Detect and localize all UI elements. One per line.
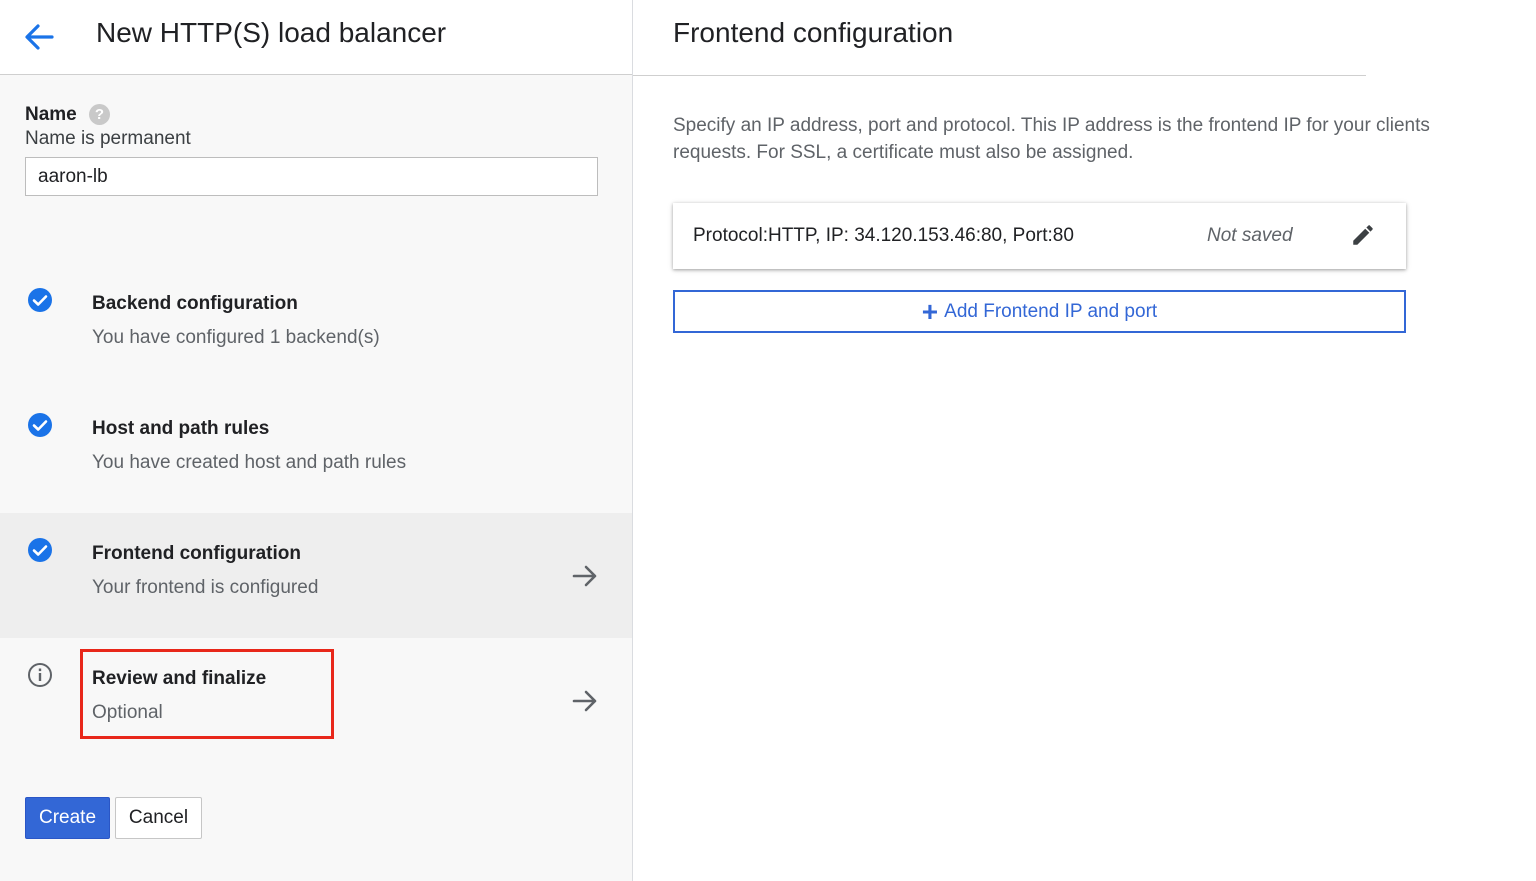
section-title: Frontend configuration: [673, 17, 954, 48]
step-backend-configuration[interactable]: Backend configuration You have configure…: [0, 263, 632, 388]
back-arrow-icon[interactable]: [20, 20, 58, 54]
help-icon[interactable]: ?: [89, 104, 110, 125]
step-subtitle: Optional: [92, 702, 163, 723]
frontend-entry-card[interactable]: Protocol:HTTP, IP: 34.120.153.46:80, Por…: [673, 203, 1406, 269]
check-circle-icon: [28, 413, 52, 437]
check-circle-icon: [28, 288, 52, 312]
page-title: New HTTP(S) load balancer: [96, 17, 447, 48]
status-badge: Not saved: [1207, 225, 1293, 246]
name-input[interactable]: [25, 157, 598, 196]
step-subtitle: You have configured 1 backend(s): [92, 327, 380, 348]
add-frontend-ip-button[interactable]: + Add Frontend IP and port: [673, 290, 1406, 333]
left-header: New HTTP(S) load balancer: [0, 0, 632, 75]
info-icon: [28, 663, 52, 687]
create-button[interactable]: Create: [25, 797, 110, 839]
plus-icon: +: [921, 295, 939, 327]
divider: [633, 75, 1366, 76]
step-review-and-finalize[interactable]: Review and finalize Optional: [0, 638, 632, 763]
step-title: Host and path rules: [92, 418, 270, 439]
arrow-right-icon[interactable]: [570, 686, 600, 716]
pencil-icon[interactable]: [1350, 222, 1376, 248]
step-frontend-configuration[interactable]: Frontend configuration Your frontend is …: [0, 513, 632, 638]
check-circle-icon: [28, 538, 52, 562]
step-title: Review and finalize: [92, 668, 267, 689]
name-label: Name: [25, 104, 77, 125]
frontend-entry-text: Protocol:HTTP, IP: 34.120.153.46:80, Por…: [693, 225, 1074, 246]
cancel-button[interactable]: Cancel: [115, 797, 202, 839]
step-subtitle: Your frontend is configured: [92, 577, 319, 598]
add-frontend-ip-label: Add Frontend IP and port: [944, 300, 1158, 322]
right-panel: Frontend configuration Specify an IP add…: [633, 0, 1536, 881]
name-hint: Name is permanent: [25, 128, 191, 149]
highlight-annotation: [80, 649, 334, 739]
step-title: Backend configuration: [92, 293, 298, 314]
left-panel: New HTTP(S) load balancer Name ? Name is…: [0, 0, 632, 881]
step-subtitle: You have created host and path rules: [92, 452, 407, 473]
section-description: Specify an IP address, port and protocol…: [673, 115, 1430, 163]
step-title: Frontend configuration: [92, 543, 301, 564]
step-host-and-path-rules[interactable]: Host and path rules You have created hos…: [0, 388, 632, 513]
arrow-right-icon[interactable]: [570, 561, 600, 591]
